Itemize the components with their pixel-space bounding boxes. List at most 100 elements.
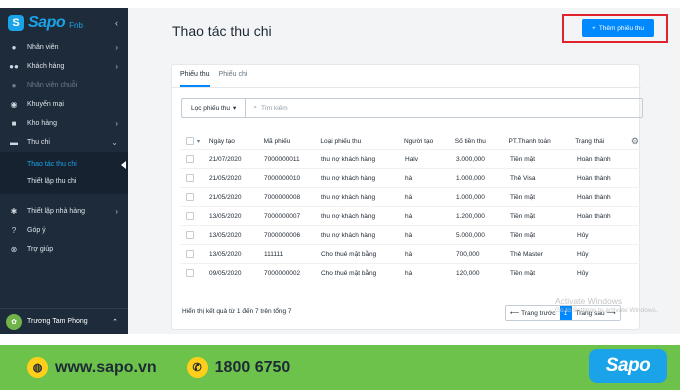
user-name: Trương Tam Phong: [27, 318, 88, 325]
cell-date: 21/07/2020: [209, 155, 242, 163]
cell-code[interactable]: 7000000008: [264, 194, 321, 201]
users-icon: ●●: [9, 62, 19, 71]
cell-user: hà: [405, 174, 413, 182]
promo-banner: ◍ www.sapo.vn ✆ 1800 6750: [0, 345, 680, 390]
cell-user: hà: [405, 231, 413, 239]
phone-item[interactable]: ✆ 1800 6750: [186, 357, 290, 378]
table-row[interactable]: 21/07/2020 7000000011 thu nợ khách hàng Hal…: [181, 149, 643, 168]
sidebar-item-staff[interactable]: ● Nhân viên ›: [0, 38, 128, 57]
tab-receipts[interactable]: Phiếu thu: [180, 71, 210, 87]
chevron-up-icon: ⌃: [112, 318, 118, 326]
sidebar-item-label: Thu chi: [27, 139, 50, 146]
cell-code[interactable]: 7000000006: [264, 232, 321, 239]
globe-icon: ◍: [27, 357, 48, 378]
cell-status: Hoàn thành: [577, 193, 611, 201]
table-row[interactable]: 09/05/2020 7000000002 Cho thuê mặt bằng hà 1…: [181, 263, 643, 282]
prev-page-button[interactable]: ⟵ Trang trước: [506, 306, 560, 320]
app-logo[interactable]: S Sapo Fnb ‹: [0, 8, 128, 38]
cell-amount: 700,000: [456, 250, 480, 258]
box-icon: ■: [11, 119, 17, 128]
cell-user: hà: [405, 193, 413, 201]
cell-payment: Tiền mặt: [510, 231, 536, 239]
cell-status: Hoàn thành: [577, 155, 611, 163]
row-checkbox[interactable]: [181, 174, 209, 182]
row-checkbox[interactable]: [181, 231, 209, 239]
row-checkbox[interactable]: [181, 212, 209, 220]
table-row[interactable]: 13/05/2020 111111 Cho thuê mặt bằng hà 700,0…: [181, 244, 643, 263]
row-checkbox[interactable]: [181, 193, 209, 201]
cell-user: Halv: [405, 155, 419, 163]
search-input[interactable]: ⌕ Tìm kiếm: [246, 104, 287, 112]
sidebar-item-customers[interactable]: ●● Khách hàng ›: [0, 57, 128, 76]
cell-user: hà: [405, 212, 413, 220]
col-payment: PT.Thanh toán: [508, 137, 551, 145]
collapse-icon[interactable]: ‹: [115, 18, 118, 28]
top-bar: [0, 0, 680, 8]
phone-icon: ✆: [186, 357, 208, 378]
tab-bar: Phiếu thu Phiếu chi: [180, 71, 247, 87]
filter-row: Lọc phiếu thu ▾ ⌕ Tìm kiếm: [181, 98, 643, 118]
gear-icon[interactable]: ⚙: [631, 136, 639, 147]
sidebar-item-restaurant-settings[interactable]: ✱ Thiết lập nhà hàng ›: [0, 202, 128, 221]
sidebar-item-promotions[interactable]: ◉ Khuyến mại: [0, 95, 128, 114]
sidebar-item-label: Thiết lập nhà hàng: [27, 208, 85, 215]
chevron-down-icon: ⌄: [111, 138, 118, 147]
cell-type: thu nợ khách hàng: [321, 231, 376, 239]
col-type: Loại phiếu thu: [320, 137, 362, 145]
sidebar-item-feedback[interactable]: ? Góp ý: [0, 221, 128, 240]
table-header: ▾ Ngày tạo Mã phiếu Loại phiếu thu Người…: [181, 133, 643, 149]
cell-code[interactable]: 7000000010: [264, 175, 321, 182]
sidebar-subitem-settings[interactable]: Thiết lập thu chi: [0, 173, 128, 190]
table-row[interactable]: 21/05/2020 7000000010 thu nợ khách hàng hà 1…: [181, 168, 643, 187]
cell-amount: 1.200,000: [456, 212, 485, 220]
wallet-icon: ▬: [10, 138, 18, 147]
cell-date: 09/05/2020: [209, 269, 242, 277]
user-profile[interactable]: ✿ Trương Tam Phong ⌃: [0, 308, 128, 334]
receipts-card: Phiếu thu Phiếu chi Lọc phiếu thu ▾ ⌕ Tì…: [171, 64, 643, 330]
cell-payment: Tiền mặt: [510, 269, 536, 277]
search-icon: ⌕: [253, 104, 257, 111]
help-icon: ⊗: [10, 245, 18, 254]
col-code: Mã phiếu: [263, 137, 291, 145]
caret-down-icon[interactable]: ▾: [197, 138, 200, 145]
results-summary: Hiển thị kết quả từ 1 đến 7 trên tổng 7: [182, 308, 292, 315]
logo-icon: S: [8, 15, 24, 31]
sidebar-item-chain-staff[interactable]: ● Nhân viên chuỗi: [0, 76, 128, 95]
table-row[interactable]: 13/05/2020 7000000006 thu nợ khách hàng hà 5…: [181, 225, 643, 244]
filter-label: Lọc phiếu thu: [191, 104, 231, 112]
cell-date: 13/05/2020: [209, 212, 242, 220]
user-icon: ●: [11, 43, 17, 52]
cell-type: thu nợ khách hàng: [321, 193, 376, 201]
select-all-checkbox[interactable]: ▾: [181, 137, 209, 145]
checkbox-box: [186, 155, 194, 163]
cell-code[interactable]: 7000000002: [264, 270, 321, 277]
sidebar-item-help[interactable]: ⊗ Trợ giúp: [0, 240, 128, 259]
cell-payment: Tiền mặt: [510, 212, 536, 220]
tab-payments[interactable]: Phiếu chi: [219, 71, 248, 87]
brand-logo: Sapo: [589, 349, 667, 383]
cell-code[interactable]: 7000000007: [264, 213, 321, 220]
sidebar-item-warehouse[interactable]: ■ Kho hàng ›: [0, 114, 128, 133]
cell-code[interactable]: 111111: [264, 251, 321, 258]
col-date: Ngày tạo: [208, 137, 235, 145]
add-receipt-button[interactable]: + Thêm phiếu thu: [582, 19, 654, 37]
sidebar-subitem-operations[interactable]: Thao tác thu chi: [0, 156, 128, 173]
row-checkbox[interactable]: [181, 269, 209, 277]
website-item[interactable]: ◍ www.sapo.vn: [27, 357, 157, 378]
cell-code[interactable]: 7000000011: [264, 156, 321, 163]
cell-payment: Tiền mặt: [510, 193, 536, 201]
cell-type: Cho thuê mặt bằng: [321, 269, 377, 277]
row-checkbox[interactable]: [181, 155, 209, 163]
watermark-line2: Go to Settings to activate Windows.: [555, 307, 658, 314]
checkbox-box: [186, 137, 194, 145]
chevron-right-icon: ›: [115, 62, 118, 71]
add-receipt-label: Thêm phiếu thu: [598, 24, 644, 32]
row-checkbox[interactable]: [181, 250, 209, 258]
cell-user: hà: [405, 269, 413, 277]
table-row[interactable]: 13/05/2020 7000000007 thu nợ khách hàng hà 1…: [181, 206, 643, 225]
sidebar-item-income-expense[interactable]: ▬ Thu chi ⌄: [0, 133, 128, 152]
sidebar-item-label: Trợ giúp: [27, 246, 54, 253]
filter-dropdown[interactable]: Lọc phiếu thu ▾: [182, 99, 247, 117]
checkbox-box: [186, 174, 194, 182]
table-row[interactable]: 21/05/2020 7000000008 thu nợ khách hàng hà 1…: [181, 187, 643, 206]
